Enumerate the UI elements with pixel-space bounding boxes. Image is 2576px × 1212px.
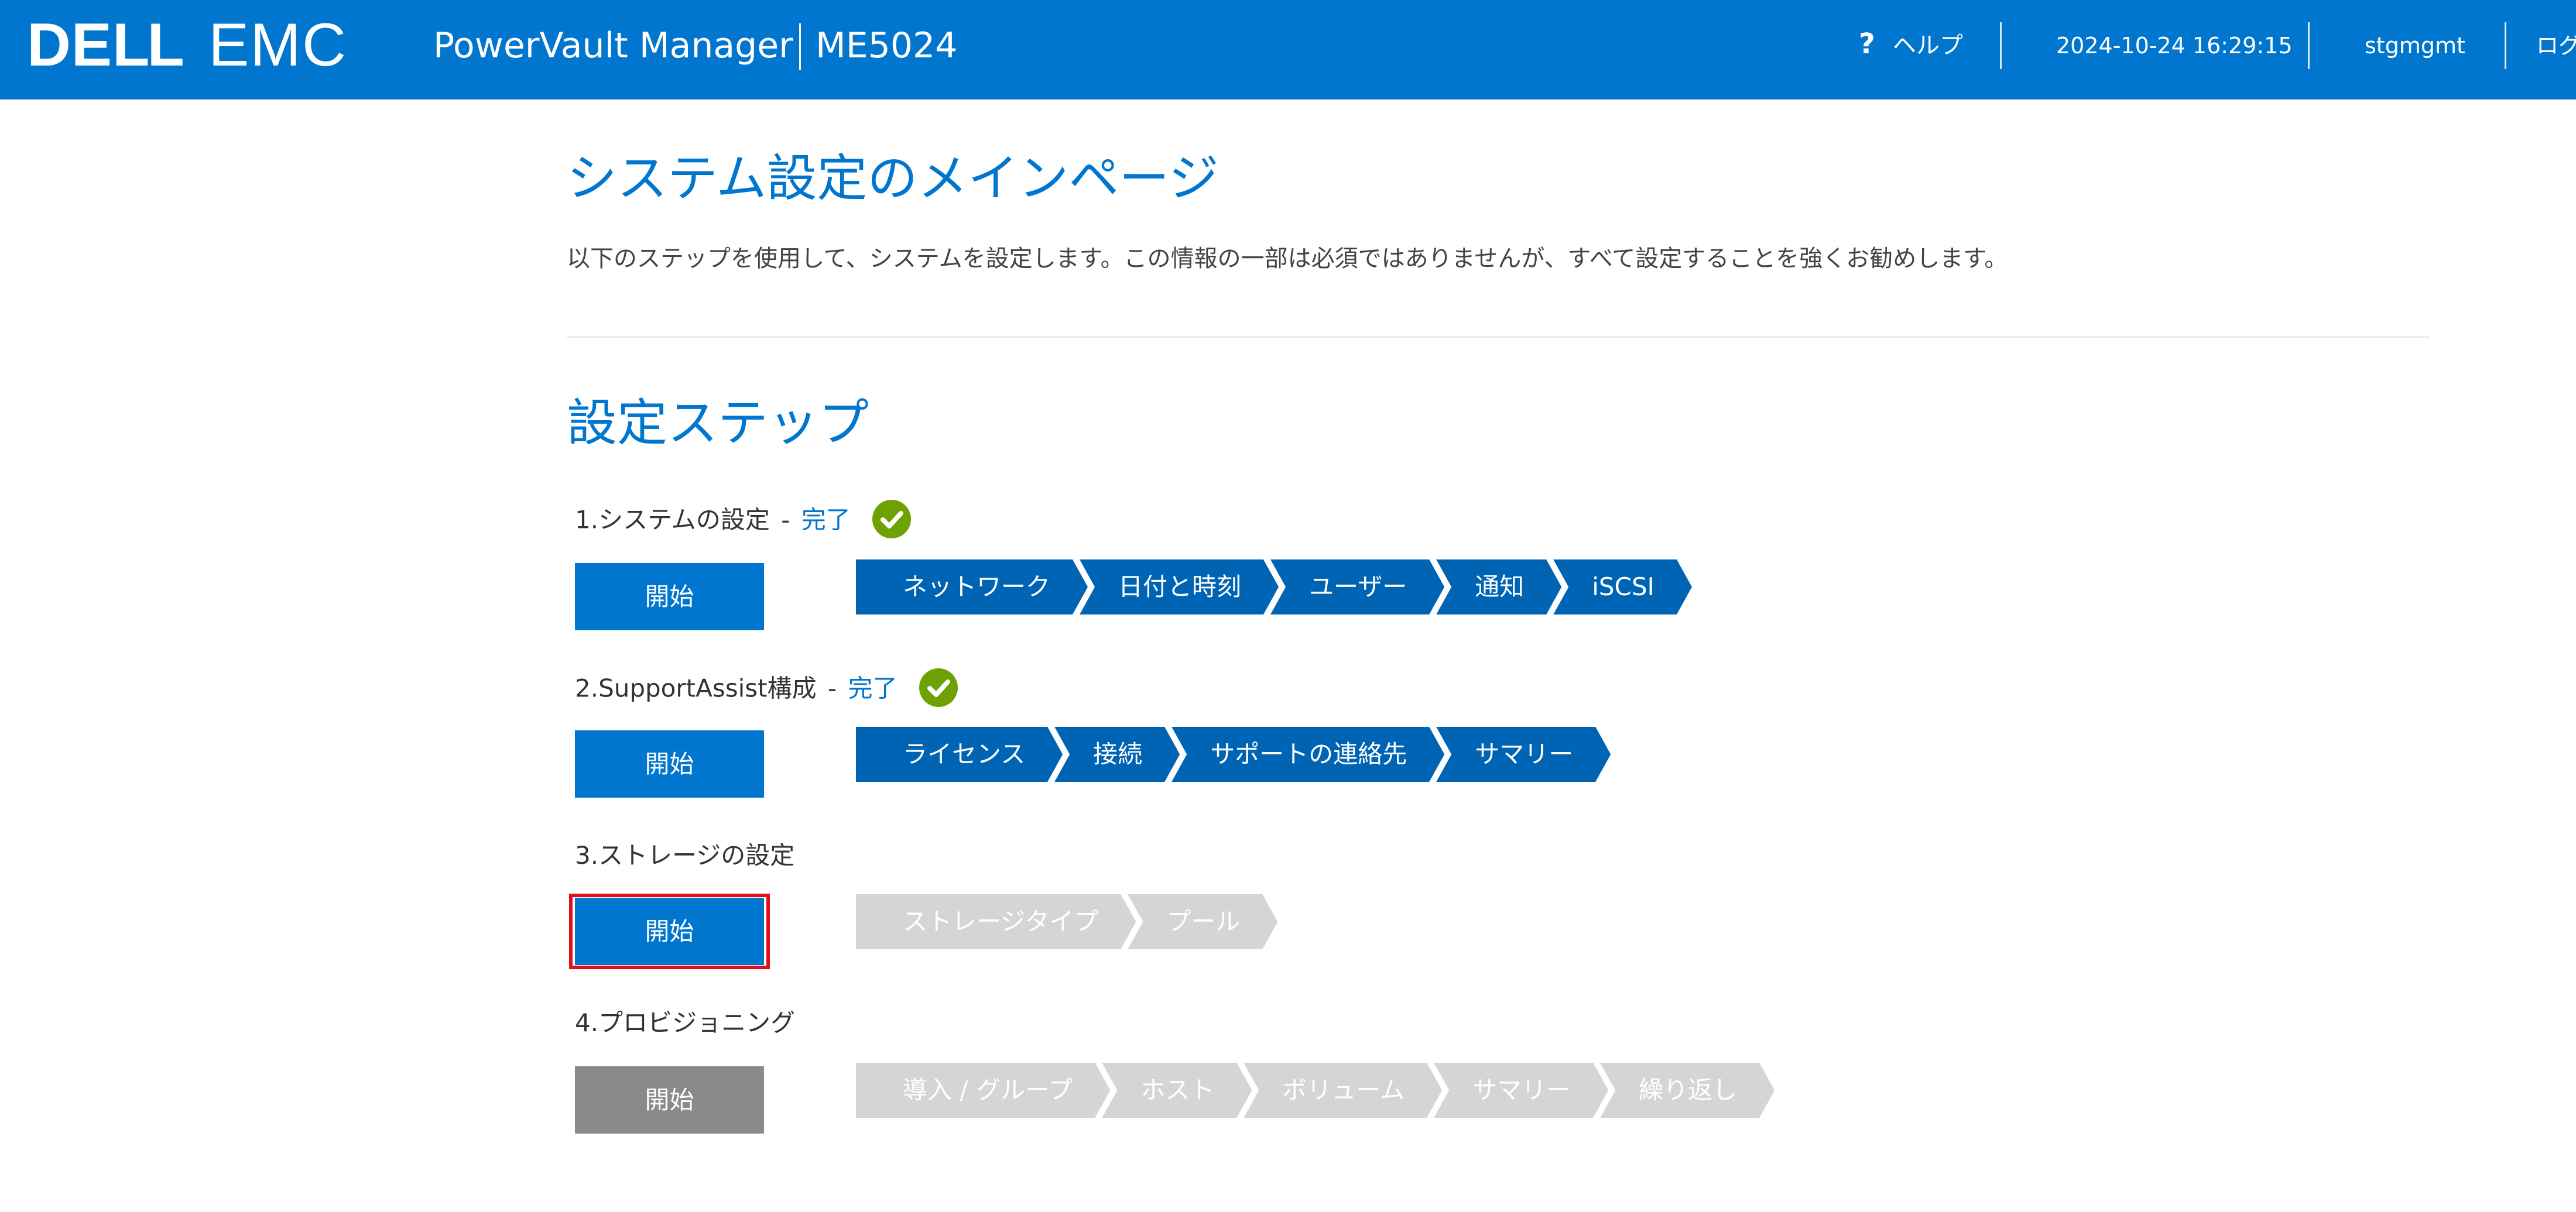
header-divider [2308, 22, 2310, 69]
substep-chevron: 繰り返し [1600, 1063, 1775, 1118]
substep-chevron[interactable]: 通知 [1436, 559, 1561, 614]
step-2-start-button[interactable]: 開始 [575, 730, 764, 798]
step-2-heading: 2.SupportAssist構成 - 完了 [575, 668, 958, 707]
user-menu[interactable]: stgmgmt [2365, 28, 2465, 63]
step-4-start-button: 開始 [575, 1066, 764, 1134]
substep-chevron: ボリューム [1244, 1063, 1442, 1118]
model-name: ME5024 [816, 25, 958, 66]
app-title: PowerVault Manager [433, 25, 793, 66]
svg-text:EMC: EMC [208, 14, 347, 73]
logout-link[interactable]: ログ [2536, 28, 2576, 63]
step-4-heading: 4.プロビジョニング [575, 1005, 795, 1041]
step-2-substeps: ライセンス 接続 サポートの連絡先 サマリー [856, 727, 1602, 782]
checkmark-icon [872, 500, 912, 538]
title-divider [799, 23, 801, 70]
substep-chevron: ホスト [1102, 1063, 1252, 1118]
step-1-heading: 1.システムの設定 - 完了 [575, 500, 912, 538]
step-label: 4.プロビジョニング [575, 1008, 796, 1037]
help-icon: ? [1859, 28, 1875, 60]
header-divider [2505, 22, 2506, 69]
header-divider [2000, 22, 2002, 69]
page-description: 以下のステップを使用して、システムを設定します。この情報の一部は必須ではありませ… [567, 245, 2008, 272]
substep-chevron: サマリー [1434, 1063, 1608, 1118]
substep-chevron[interactable]: ネットワーク [856, 559, 1088, 614]
step-3-substeps: ストレージタイプ プール [856, 894, 1269, 949]
step-label: 3.ストレージの設定 [575, 841, 795, 870]
step-label: 2.SupportAssist構成 [575, 674, 817, 703]
substep-chevron[interactable]: サマリー [1436, 727, 1611, 782]
dell-emc-logo: D E LL EMC [27, 14, 378, 73]
substep-chevron[interactable]: 日付と時刻 [1080, 559, 1279, 614]
step-1-start-button[interactable]: 開始 [575, 563, 764, 630]
step-status-link[interactable]: 完了 [801, 506, 851, 534]
substep-chevron[interactable]: iSCSI [1553, 559, 1692, 614]
top-header-bar: D E LL EMC PowerVault Manager ME5024 ? ヘル… [0, 0, 2576, 99]
step-separator: - [827, 674, 837, 703]
help-link[interactable]: ? ヘルプ [1859, 26, 1963, 61]
step-status-link[interactable]: 完了 [848, 674, 898, 703]
substep-chevron: 導入 / グループ [856, 1063, 1110, 1118]
step-3-heading: 3.ストレージの設定 [575, 838, 794, 873]
substep-chevron: プール [1128, 894, 1277, 949]
section-divider [567, 337, 2430, 338]
substep-chevron[interactable]: ユーザー [1270, 559, 1444, 614]
page-title: システム設定のメインページ [567, 149, 1219, 208]
step-separator: - [781, 505, 790, 534]
help-label: ヘルプ [1892, 32, 1963, 59]
logo-text: D E LL [27, 14, 183, 73]
step-4-substeps: 導入 / グループ ホスト ボリューム サマリー 繰り返し [856, 1063, 1766, 1118]
step-3-start-button[interactable]: 開始 [575, 898, 764, 965]
substep-chevron[interactable]: ライセンス [856, 727, 1063, 782]
substep-chevron[interactable]: 接続 [1054, 727, 1180, 782]
section-title: 設定ステップ [567, 394, 869, 452]
step-label: 1.システムの設定 [575, 505, 770, 534]
checkmark-icon [919, 668, 958, 707]
substep-chevron[interactable]: サポートの連絡先 [1171, 727, 1444, 782]
system-datetime: 2024-10-24 16:29:15 [2056, 33, 2293, 59]
substep-chevron: ストレージタイプ [856, 894, 1136, 949]
step-1-substeps: ネットワーク 日付と時刻 ユーザー 通知 iSCSI [856, 559, 1684, 614]
